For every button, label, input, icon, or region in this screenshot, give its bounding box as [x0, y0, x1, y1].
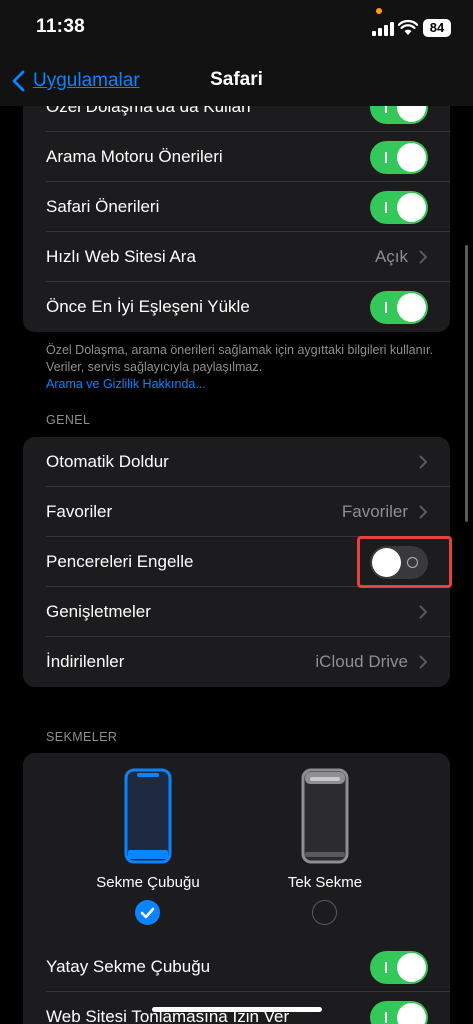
row-safari-suggestions: Safari Önerileri — [23, 182, 450, 232]
search-footnote: Özel Dolaşma, arama önerileri sağlamak i… — [46, 342, 436, 393]
row-label: İndirilenler — [46, 652, 125, 671]
row-value: Favoriler — [341, 502, 408, 521]
tab-option-label: Tek Sekme — [287, 874, 363, 891]
page-title: Safari — [210, 69, 263, 90]
row-favorites[interactable]: Favoriler Favoriler — [23, 487, 450, 537]
row-label: Önce En İyi Eşleşeni Yükle — [46, 297, 250, 316]
radio-tab-bar[interactable] — [135, 900, 160, 925]
navigation-bar: Uygulamalar Safari — [0, 56, 473, 106]
row-label: Yatay Sekme Çubuğu — [46, 957, 211, 976]
row-label: Favoriler — [46, 502, 113, 521]
battery-icon: 84 — [423, 19, 451, 37]
toggle-search-engine-suggestions[interactable] — [370, 141, 428, 174]
section-header-general: GENEL — [46, 413, 91, 427]
wifi-icon — [398, 20, 418, 35]
row-label: Otomatik Doldur — [46, 452, 169, 471]
chevron-right-icon — [419, 505, 427, 519]
row-search-engine-suggestions: Arama Motoru Önerileri — [23, 132, 450, 182]
tab-bar-phone-icon[interactable] — [124, 768, 172, 864]
footnote-text: Özel Dolaşma, arama önerileri sağlamak i… — [46, 343, 433, 374]
row-preload-top-hit: Önce En İyi Eşleşeni Yükle — [23, 282, 450, 332]
radio-single-tab[interactable] — [312, 900, 337, 925]
toggle-safari-suggestions[interactable] — [370, 191, 428, 224]
row-autofill[interactable]: Otomatik Doldur — [23, 437, 450, 487]
row-value: Açık — [374, 247, 408, 266]
section-header-tabs: SEKMELER — [46, 730, 118, 744]
settings-content: Özel Dolaşma'da da Kullan Arama Motoru Ö… — [0, 0, 473, 1024]
row-extensions[interactable]: Genişletmeler — [23, 587, 450, 637]
toggle-website-tinting[interactable] — [370, 1001, 428, 1024]
tabs-settings-group: Sekme Çubuğu Tek Sekme Yatay Sekme Çubuğ… — [23, 753, 450, 1024]
row-landscape-tab-bar: Yatay Sekme Çubuğu — [23, 942, 450, 992]
cellular-signal-icon — [372, 22, 394, 36]
camera-indicator-icon — [376, 8, 382, 14]
status-bar: 11:38 84 — [0, 0, 473, 56]
search-settings-group: Özel Dolaşma'da da Kullan Arama Motoru Ö… — [23, 82, 450, 332]
row-value: iCloud Drive — [315, 652, 408, 671]
row-label: Arama Motoru Önerileri — [46, 147, 223, 166]
row-label: Pencereleri Engelle — [46, 552, 194, 571]
privacy-link[interactable]: Arama ve Gizlilik Hakkında... — [46, 376, 436, 393]
home-indicator[interactable] — [152, 1007, 322, 1012]
toggle-landscape-tab-bar[interactable] — [370, 951, 428, 984]
row-quick-website-search[interactable]: Hızlı Web Sitesi Ara Açık — [23, 232, 450, 282]
row-label: Hızlı Web Sitesi Ara — [46, 247, 196, 266]
toggle-preload-top-hit[interactable] — [370, 291, 428, 324]
scroll-indicator[interactable] — [465, 245, 468, 522]
checkmark-icon — [140, 907, 155, 919]
row-label: Genişletmeler — [46, 602, 151, 621]
highlight-box — [357, 536, 452, 588]
single-tab-phone-icon[interactable] — [301, 768, 349, 864]
chevron-right-icon — [419, 455, 427, 469]
tab-option-label: Sekme Çubuğu — [96, 874, 200, 891]
chevron-right-icon — [419, 605, 427, 619]
chevron-right-icon — [419, 655, 427, 669]
row-downloads[interactable]: İndirilenler iCloud Drive — [23, 637, 450, 687]
status-time: 11:38 — [36, 16, 86, 37]
row-label: Safari Önerileri — [46, 197, 160, 216]
chevron-right-icon — [419, 250, 427, 264]
